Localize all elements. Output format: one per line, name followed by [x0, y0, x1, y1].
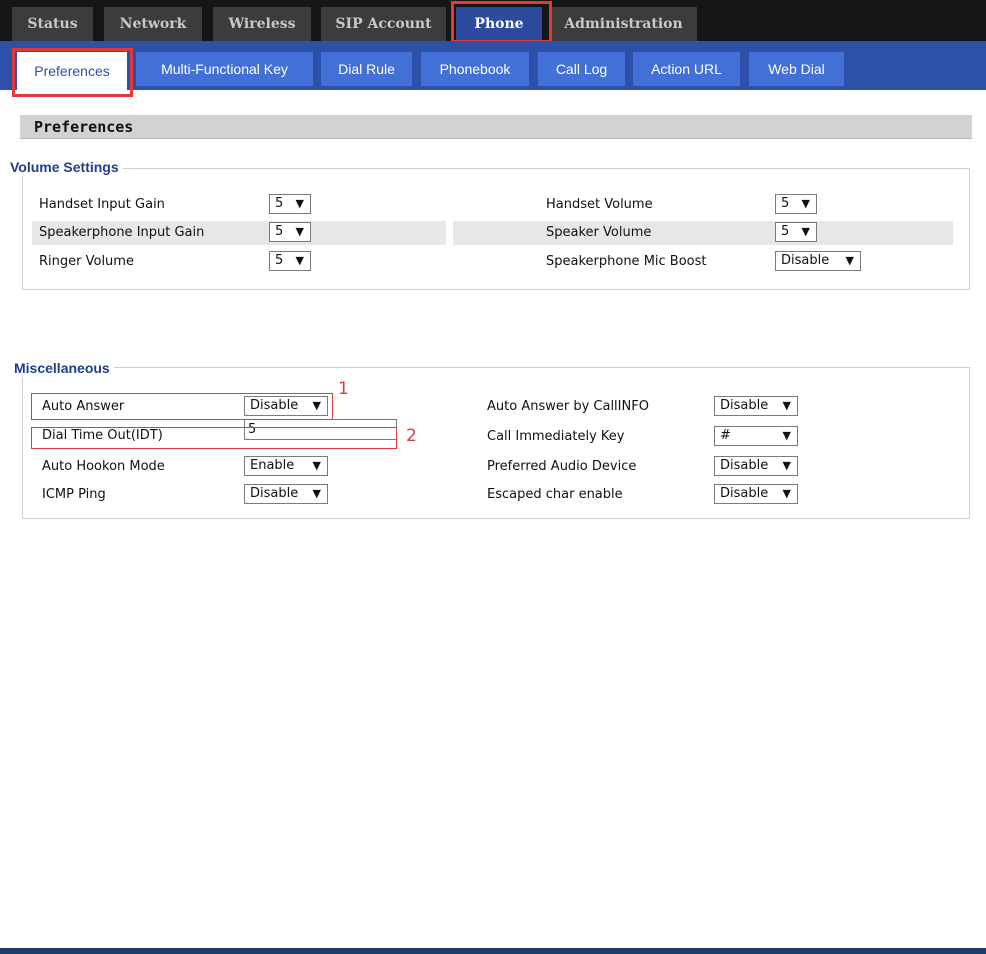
dropdown-arrow-icon: ▼: [312, 399, 321, 412]
speakerphone-mic-boost-label: Speakerphone Mic Boost: [546, 254, 707, 269]
annotation-1: 1: [338, 379, 349, 399]
top-navigation: Status Network Wireless SIP Account Phon…: [0, 0, 986, 43]
escaped-char-enable-select[interactable]: Disable ▼: [714, 484, 798, 504]
ringer-volume-select[interactable]: 5 ▼: [269, 251, 311, 271]
dropdown-arrow-icon: ▼: [782, 399, 791, 412]
preferred-audio-device-select[interactable]: Disable ▼: [714, 456, 798, 476]
call-immediately-key-label: Call Immediately Key: [487, 429, 625, 444]
tab-administration[interactable]: Administration: [550, 7, 697, 41]
dial-time-out-label: Dial Time Out(IDT): [42, 428, 163, 443]
volume-row-stripe-right: [453, 221, 953, 245]
sub-navigation: Preferences Multi-Functional Key Dial Ru…: [0, 41, 986, 90]
tab-sip-account[interactable]: SIP Account: [321, 7, 446, 41]
speakerphone-input-gain-label: Speakerphone Input Gain: [39, 225, 205, 240]
icmp-ping-select[interactable]: Disable ▼: [244, 484, 328, 504]
dropdown-arrow-icon: ▼: [845, 254, 854, 267]
dropdown-arrow-icon: ▼: [782, 459, 791, 472]
auto-answer-select[interactable]: Disable ▼: [244, 396, 328, 416]
footer-bar: [0, 948, 986, 954]
volume-settings-legend: Volume Settings: [6, 158, 123, 176]
tab-phone[interactable]: Phone: [456, 7, 542, 41]
call-immediately-key-select[interactable]: # ▼: [714, 426, 798, 446]
dropdown-arrow-icon: ▼: [312, 459, 321, 472]
dropdown-arrow-icon: ▼: [801, 225, 810, 238]
subtab-dial-rule[interactable]: Dial Rule: [321, 52, 412, 86]
auto-answer-by-callinfo-select[interactable]: Disable ▼: [714, 396, 798, 416]
icmp-ping-label: ICMP Ping: [42, 487, 106, 502]
escaped-char-enable-label: Escaped char enable: [487, 487, 623, 502]
subtab-call-log[interactable]: Call Log: [538, 52, 625, 86]
handset-input-gain-label: Handset Input Gain: [39, 197, 165, 212]
handset-volume-select[interactable]: 5 ▼: [775, 194, 817, 214]
dropdown-arrow-icon: ▼: [782, 487, 791, 500]
auto-hookon-mode-label: Auto Hookon Mode: [42, 459, 165, 474]
dropdown-arrow-icon: ▼: [295, 254, 304, 267]
speaker-volume-select[interactable]: 5 ▼: [775, 222, 817, 242]
auto-answer-label: Auto Answer: [42, 399, 125, 414]
ringer-volume-label: Ringer Volume: [39, 254, 134, 269]
speakerphone-input-gain-select[interactable]: 5 ▼: [269, 222, 311, 242]
page-title: Preferences: [20, 115, 972, 139]
annotation-2: 2: [406, 426, 417, 446]
subtab-action-url[interactable]: Action URL: [633, 52, 740, 86]
handset-volume-label: Handset Volume: [546, 197, 653, 212]
subtab-preferences[interactable]: Preferences: [17, 52, 127, 90]
auto-answer-by-callinfo-label: Auto Answer by CallINFO: [487, 399, 649, 414]
handset-input-gain-select[interactable]: 5 ▼: [269, 194, 311, 214]
subtab-multi-functional-key[interactable]: Multi-Functional Key: [136, 52, 313, 86]
preferred-audio-device-label: Preferred Audio Device: [487, 459, 637, 474]
tab-network[interactable]: Network: [104, 7, 202, 41]
dropdown-arrow-icon: ▼: [801, 197, 810, 210]
miscellaneous-legend: Miscellaneous: [10, 359, 114, 377]
speakerphone-mic-boost-select[interactable]: Disable ▼: [775, 251, 861, 271]
subtab-web-dial[interactable]: Web Dial: [749, 52, 844, 86]
speaker-volume-label: Speaker Volume: [546, 225, 652, 240]
dial-time-out-input[interactable]: 5: [244, 419, 397, 440]
tab-wireless[interactable]: Wireless: [213, 7, 311, 41]
dropdown-arrow-icon: ▼: [312, 487, 321, 500]
auto-hookon-mode-select[interactable]: Enable ▼: [244, 456, 328, 476]
dropdown-arrow-icon: ▼: [295, 225, 304, 238]
dropdown-arrow-icon: ▼: [782, 429, 791, 442]
dropdown-arrow-icon: ▼: [295, 197, 304, 210]
tab-status[interactable]: Status: [12, 7, 93, 41]
subtab-phonebook[interactable]: Phonebook: [421, 52, 529, 86]
